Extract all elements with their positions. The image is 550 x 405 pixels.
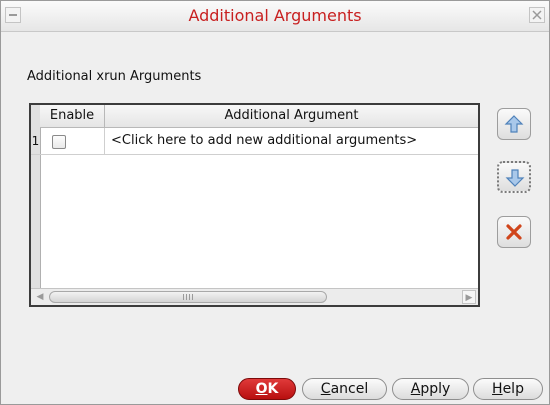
cancel-button[interactable]: Cancel <box>302 378 387 400</box>
table-header: Enable Additional Argument <box>40 105 478 128</box>
move-up-button[interactable] <box>497 108 531 140</box>
arguments-table: Enable Additional Argument 1 <Click here… <box>29 103 480 307</box>
horizontal-scrollbar[interactable]: ◀ ▶ <box>31 288 478 305</box>
enable-checkbox[interactable] <box>52 135 66 149</box>
dialog-title: Additional Arguments <box>188 6 362 25</box>
column-header-argument[interactable]: Additional Argument <box>105 105 478 127</box>
apply-button[interactable]: Apply <box>392 378 469 400</box>
help-label: elp <box>502 381 524 397</box>
ok-button[interactable]: OK <box>238 378 296 400</box>
table-row[interactable]: 1 <Click here to add new additional argu… <box>31 128 478 155</box>
apply-mnemonic: A <box>410 381 421 397</box>
enable-cell <box>40 128 105 154</box>
delete-button[interactable] <box>497 216 531 248</box>
grip-icon <box>183 294 195 300</box>
title-bar: Additional Arguments <box>1 1 549 32</box>
cancel-mnemonic: C <box>320 381 331 397</box>
help-mnemonic: H <box>492 381 503 397</box>
help-button[interactable]: Help <box>473 378 543 400</box>
close-x-glyph <box>532 10 542 20</box>
apply-label: pply <box>420 381 451 397</box>
column-header-enable[interactable]: Enable <box>40 105 105 127</box>
cancel-label: ancel <box>330 381 369 397</box>
row-number: 1 <box>31 128 40 154</box>
arrow-up-icon <box>504 115 524 133</box>
ok-label: K <box>267 381 279 397</box>
move-down-button[interactable] <box>497 161 531 193</box>
scroll-right-icon[interactable]: ▶ <box>462 290 476 304</box>
section-heading: Additional xrun Arguments <box>27 69 202 84</box>
close-icon[interactable] <box>529 7 545 23</box>
delete-x-icon <box>506 224 522 240</box>
arrow-down-icon <box>505 169 525 187</box>
dialog-window: Additional Arguments Additional xrun Arg… <box>0 0 550 405</box>
scroll-left-icon[interactable]: ◀ <box>33 290 47 304</box>
ok-mnemonic: O <box>255 381 268 397</box>
argument-cell[interactable]: <Click here to add new additional argume… <box>111 128 417 154</box>
scrollbar-thumb[interactable] <box>49 291 327 303</box>
